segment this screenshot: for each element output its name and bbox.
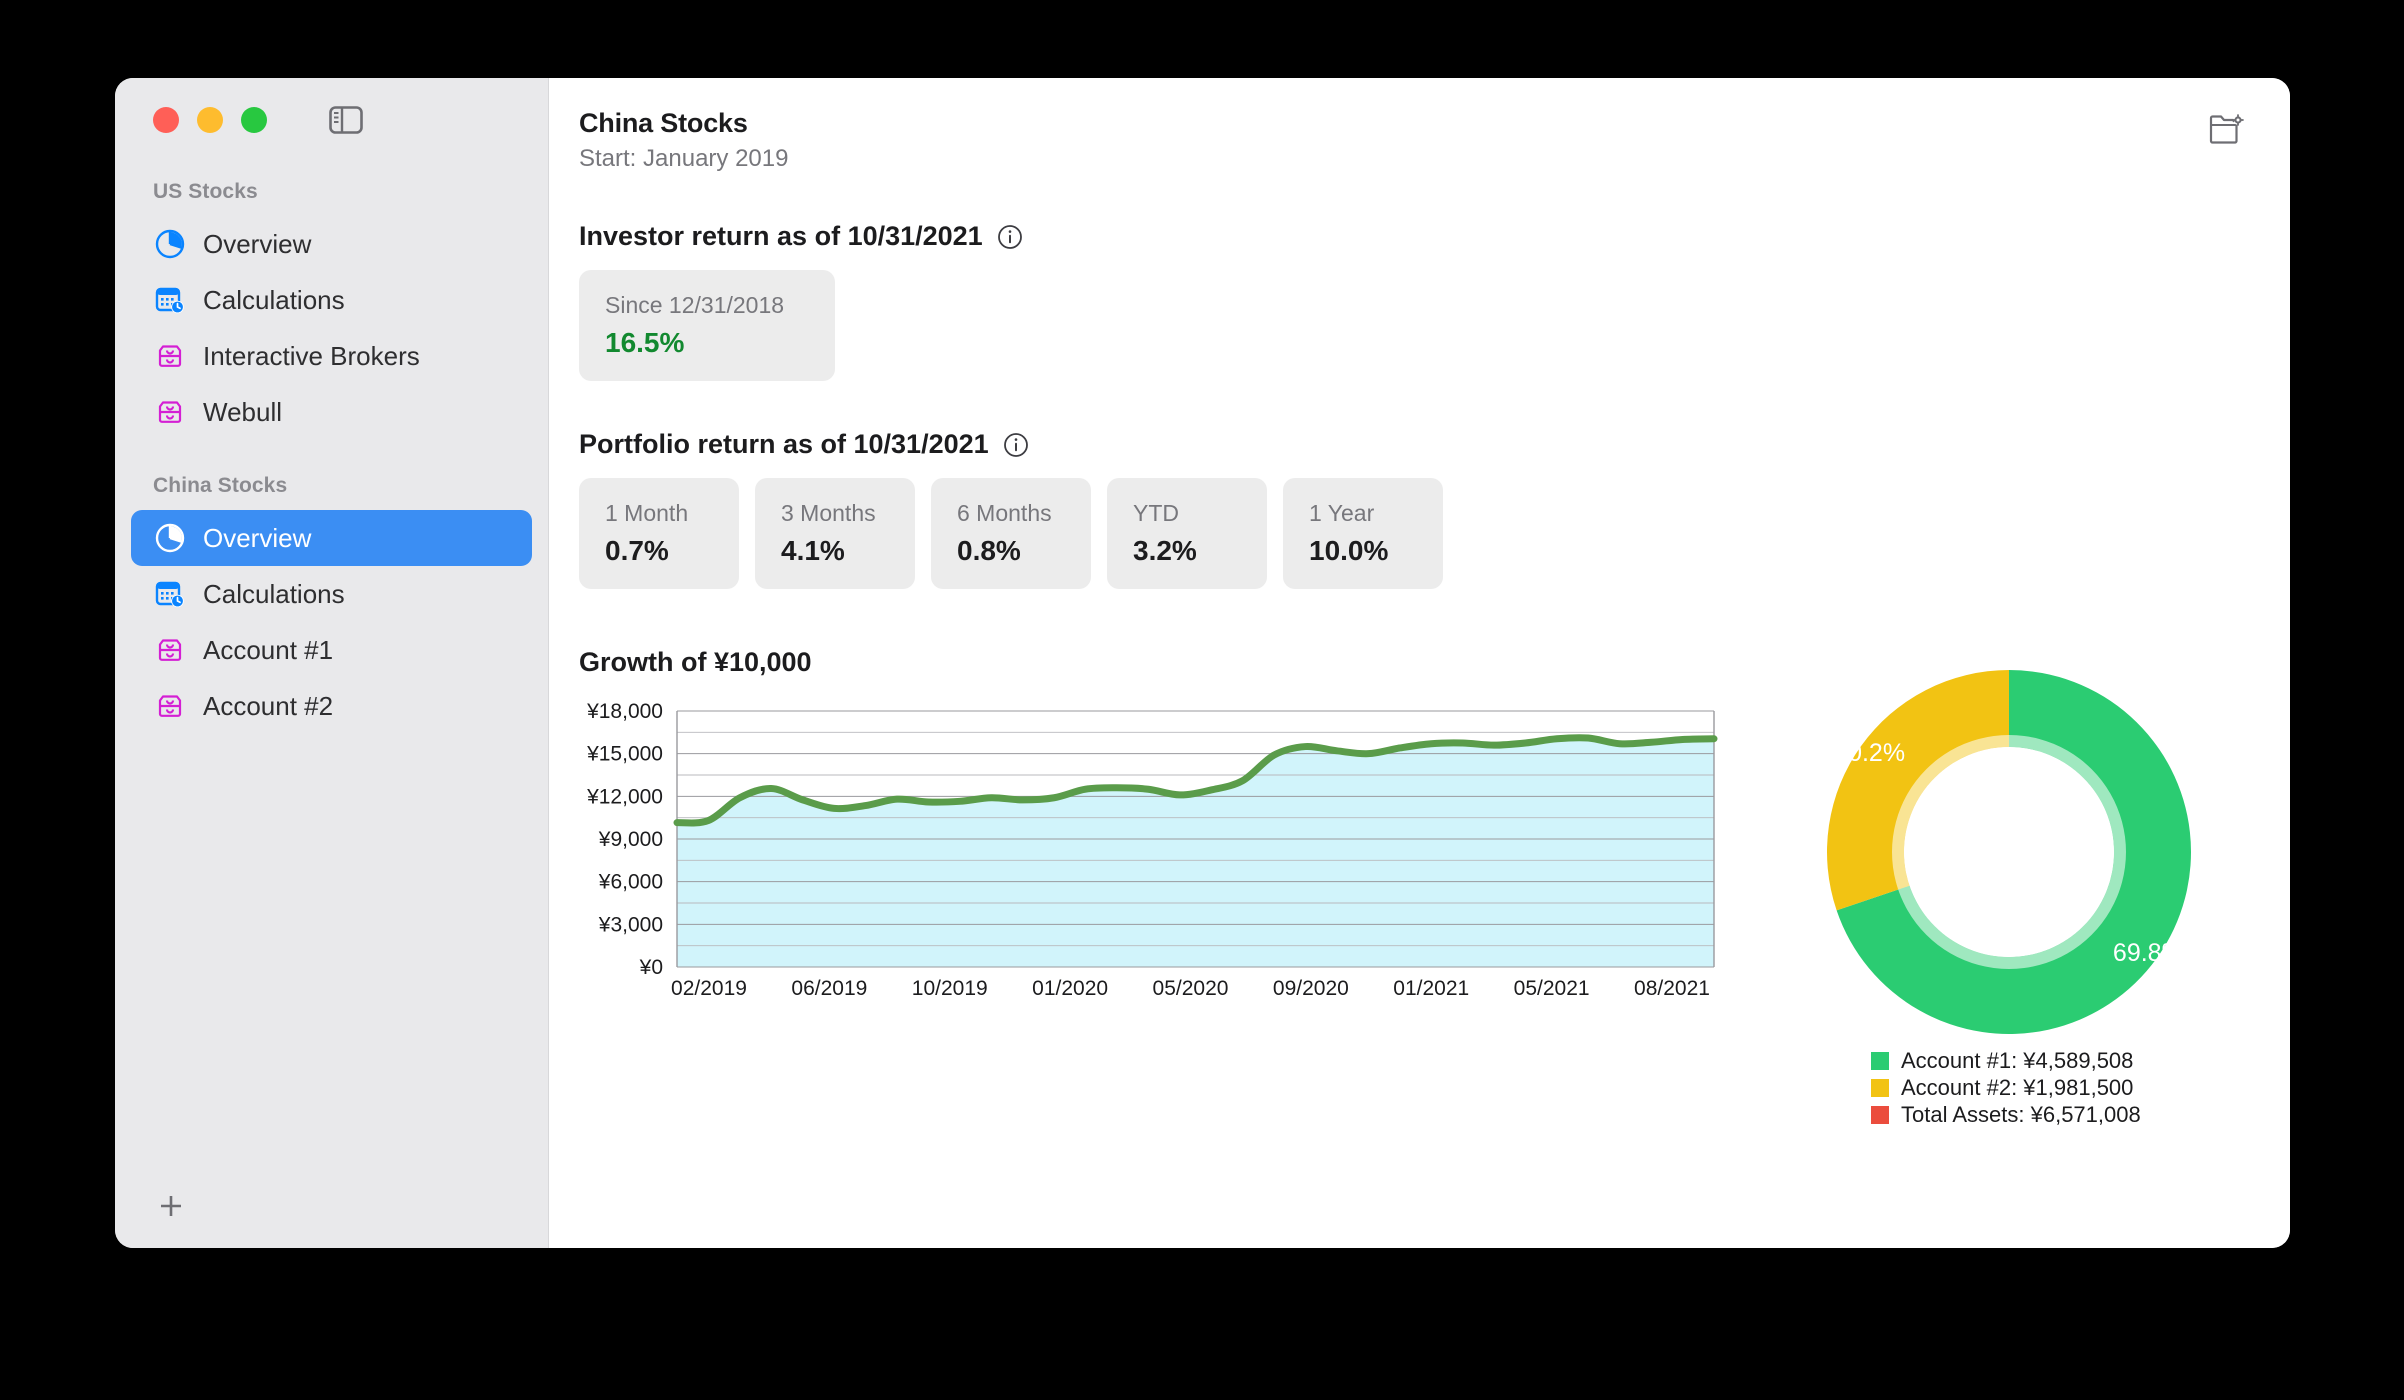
sidebar-group-title-us: US Stocks — [115, 180, 548, 204]
info-icon[interactable] — [1003, 432, 1029, 458]
sidebar-item-label: Calculations — [203, 287, 345, 313]
archive-box-icon — [153, 339, 187, 373]
stat-card-value: 4.1% — [781, 535, 889, 567]
x-axis-tick-label: 02/2019 — [671, 977, 747, 1000]
app-window: US Stocks Overview — [115, 78, 2290, 1248]
donut-value-label: 69.8% — [2113, 939, 2184, 967]
legend-item: Account #2: ¥1,981,500 — [1871, 1074, 2141, 1101]
donut-value-label: 30.2% — [1834, 739, 1905, 767]
sidebar-item-label: Calculations — [203, 581, 345, 607]
legend-item: Total Assets: ¥6,571,008 — [1871, 1101, 2141, 1128]
legend-label: Total Assets: ¥6,571,008 — [1901, 1102, 2141, 1128]
close-button[interactable] — [153, 107, 179, 133]
titlebar — [115, 78, 548, 162]
x-axis-tick-label: 05/2020 — [1153, 977, 1229, 1000]
legend-swatch-total-assets — [1871, 1106, 1889, 1124]
y-axis-tick-label: ¥15,000 — [586, 743, 663, 766]
zoom-button[interactable] — [241, 107, 267, 133]
x-axis-tick-label: 01/2021 — [1393, 977, 1469, 1000]
investor-return-heading-text: Investor return as of 10/31/2021 — [579, 221, 983, 252]
x-axis-tick-label: 01/2020 — [1032, 977, 1108, 1000]
add-portfolio-button[interactable] — [151, 1186, 191, 1226]
archive-box-icon — [153, 633, 187, 667]
pie-chart-icon — [153, 521, 187, 555]
x-axis-tick-label: 10/2019 — [912, 977, 988, 1000]
y-axis-tick-label: ¥12,000 — [586, 785, 663, 808]
archive-box-icon — [153, 395, 187, 429]
legend-swatch-account-2 — [1871, 1079, 1889, 1097]
sidebar-item-label: Overview — [203, 231, 311, 257]
portfolio-return-heading-text: Portfolio return as of 10/31/2021 — [579, 429, 989, 460]
stat-card-3-months[interactable]: 3 Months 4.1% — [755, 478, 915, 589]
sidebar-toggle-icon[interactable] — [329, 106, 363, 134]
investor-return-heading: Investor return as of 10/31/2021 — [579, 221, 2290, 252]
stat-card-label: 3 Months — [781, 500, 889, 527]
sidebar-item-label: Interactive Brokers — [203, 343, 420, 369]
x-axis-tick-label: 09/2020 — [1273, 977, 1349, 1000]
minimize-button[interactable] — [197, 107, 223, 133]
investor-return-cards: Since 12/31/2018 16.5% — [579, 270, 2290, 381]
sidebar-item-china-calculations[interactable]: Calculations — [131, 566, 532, 622]
sidebar-item-account-2[interactable]: Account #2 — [131, 678, 532, 734]
page-title: China Stocks — [579, 108, 788, 139]
stat-card[interactable]: Since 12/31/2018 16.5% — [579, 270, 835, 381]
sidebar-item-us-calculations[interactable]: Calculations — [131, 272, 532, 328]
stat-card-label: Since 12/31/2018 — [605, 292, 809, 319]
charts-area: Growth of ¥10,000 ¥0¥3,000¥6,000¥9,000¥1… — [549, 647, 2290, 678]
stat-card-value: 3.2% — [1133, 535, 1241, 567]
legend-label: Account #1: ¥4,589,508 — [1901, 1048, 2133, 1074]
stat-card-6-months[interactable]: 6 Months 0.8% — [931, 478, 1091, 589]
main-content: China Stocks Start: January 2019 — [549, 78, 2290, 1248]
x-axis-tick-label: 08/2021 — [1634, 977, 1710, 1000]
y-axis-tick-label: ¥3,000 — [598, 913, 663, 936]
stat-card-label: YTD — [1133, 500, 1241, 527]
sidebar-item-us-overview[interactable]: Overview — [131, 216, 532, 272]
stat-card-label: 1 Month — [605, 500, 713, 527]
stat-card-label: 6 Months — [957, 500, 1065, 527]
stat-card-value: 0.7% — [605, 535, 713, 567]
legend-item: Account #1: ¥4,589,508 — [1871, 1047, 2141, 1074]
sidebar-item-label: Webull — [203, 399, 282, 425]
portfolio-return-heading: Portfolio return as of 10/31/2021 — [579, 429, 2290, 460]
portfolio-return-cards: 1 Month 0.7% 3 Months 4.1% 6 Months 0.8%… — [579, 478, 2290, 589]
stat-card-1-month[interactable]: 1 Month 0.7% — [579, 478, 739, 589]
y-axis-tick-label: ¥18,000 — [586, 700, 663, 723]
sidebar-item-interactive-brokers[interactable]: Interactive Brokers — [131, 328, 532, 384]
sidebar-item-webull[interactable]: Webull — [131, 384, 532, 440]
stat-card-value: 10.0% — [1309, 535, 1417, 567]
sidebar-item-label: Overview — [203, 525, 311, 551]
x-axis-tick-label: 06/2019 — [791, 977, 867, 1000]
pie-chart-icon — [153, 227, 187, 261]
legend-swatch-account-1 — [1871, 1052, 1889, 1070]
sidebar-item-label: Account #2 — [203, 693, 333, 719]
stat-card-label: 1 Year — [1309, 500, 1417, 527]
sidebar-item-label: Account #1 — [203, 637, 333, 663]
folder-gear-icon[interactable] — [2208, 108, 2246, 151]
sidebar: US Stocks Overview — [115, 78, 549, 1248]
stat-card-value: 16.5% — [605, 327, 809, 359]
sidebar-item-account-1[interactable]: Account #1 — [131, 622, 532, 678]
stat-card-1-year[interactable]: 1 Year 10.0% — [1283, 478, 1443, 589]
stat-card-ytd[interactable]: YTD 3.2% — [1107, 478, 1267, 589]
calendar-clock-icon — [153, 283, 187, 317]
plus-icon — [156, 1191, 186, 1221]
calendar-clock-icon — [153, 577, 187, 611]
asset-allocation-donut-chart: 69.8% 30.2% — [1799, 657, 2219, 1077]
y-axis-tick-label: ¥6,000 — [598, 871, 663, 894]
growth-of-10000-chart: ¥0 ¥3,000 ¥6,000 ¥9,000 ¥12,000 ¥15,000 ¥18,00… — [569, 699, 1749, 1029]
y-axis-tick-label: ¥9,000 — [598, 828, 663, 851]
archive-box-icon — [153, 689, 187, 723]
legend-label: Account #2: ¥1,981,500 — [1901, 1075, 2133, 1101]
sidebar-item-china-overview[interactable]: Overview — [131, 510, 532, 566]
content-header: China Stocks Start: January 2019 — [549, 108, 2290, 173]
x-axis-tick-label: 05/2021 — [1514, 977, 1590, 1000]
sidebar-group-title-china: China Stocks — [115, 474, 548, 498]
donut-chart-legend: Account #1: ¥4,589,508 Account #2: ¥1,98… — [1871, 1047, 2141, 1128]
page-subtitle: Start: January 2019 — [579, 145, 788, 173]
info-icon[interactable] — [997, 224, 1023, 250]
stat-card-value: 0.8% — [957, 535, 1065, 567]
y-axis-tick-label: ¥0 — [639, 956, 663, 979]
title-block: China Stocks Start: January 2019 — [579, 108, 788, 173]
